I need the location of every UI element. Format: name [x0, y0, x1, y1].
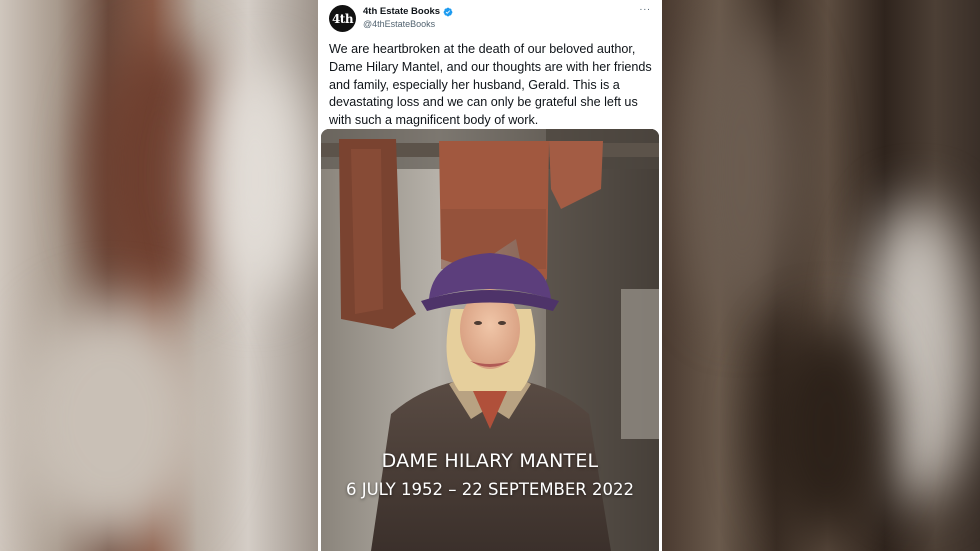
photo-caption-dates: 6 JULY 1952 – 22 SEPTEMBER 2022	[345, 480, 635, 499]
tweet-text: We are heartbroken at the death of our b…	[329, 42, 652, 128]
photo-caption-name: DAME HILARY MANTEL	[381, 450, 599, 472]
tweet-header: 4th 4th Estate Books @4thEstateBooks ···	[329, 5, 653, 35]
tweet-photo[interactable]: DAME HILARY MANTEL 6 JULY 1952 – 22 SEPT…	[321, 129, 659, 551]
blurred-background-right	[662, 0, 980, 551]
account-handle[interactable]: @4thEstateBooks	[363, 19, 435, 29]
tweet-card: 4th 4th Estate Books @4thEstateBooks ···…	[318, 0, 662, 551]
account-name[interactable]: 4th Estate Books	[363, 6, 453, 17]
avatar-label: 4th	[331, 11, 354, 26]
more-options-icon[interactable]: ···	[637, 5, 653, 17]
account-name-label: 4th Estate Books	[363, 6, 441, 17]
blurred-background-left	[0, 0, 318, 551]
verified-badge-icon	[443, 7, 453, 16]
avatar[interactable]: 4th	[329, 5, 356, 32]
